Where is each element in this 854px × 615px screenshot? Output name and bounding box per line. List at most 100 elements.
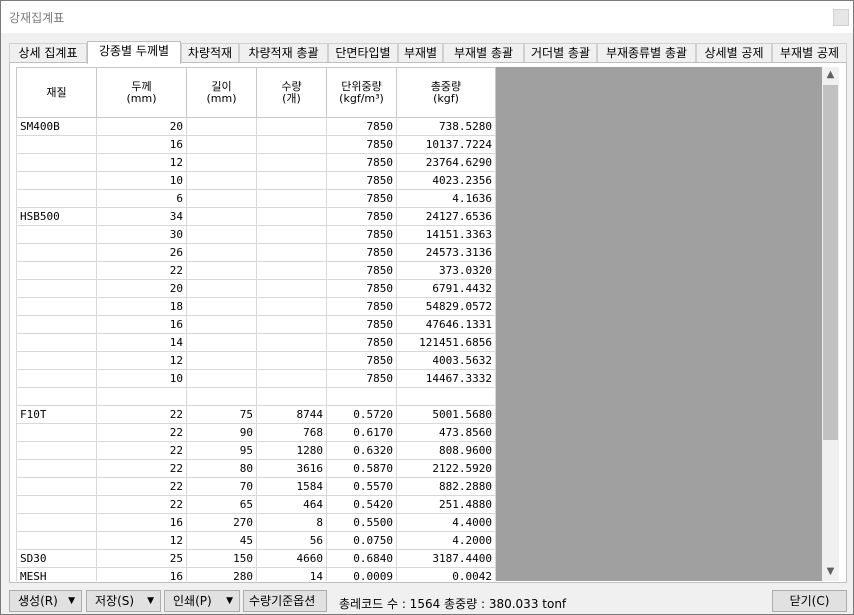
cell-thickness[interactable]: 22 [96,441,187,460]
tab-member-deduction[interactable]: 부재별 공제 [772,43,847,63]
table-row[interactable]: 22 7850 373.0320 [16,261,496,280]
cell-length[interactable]: 270 [186,513,257,532]
cell-total-weight[interactable]: 251.4880 [396,495,496,514]
cell-thickness[interactable]: 16 [96,315,187,334]
cell-total-weight[interactable]: 882.2880 [396,477,496,496]
tab-member-type-total[interactable]: 부재종류별 총괄 [597,43,696,63]
cell-material[interactable] [16,351,97,370]
cell-length[interactable]: 70 [186,477,257,496]
cell-quantity[interactable] [256,153,327,172]
tab-detail-deduction[interactable]: 상세별 공제 [696,43,772,63]
vertical-scrollbar[interactable]: ▲ ▼ [822,67,839,581]
cell-quantity[interactable]: 1280 [256,441,327,460]
cell-material[interactable] [16,387,97,406]
cell-length[interactable]: 90 [186,423,257,442]
cell-total-weight[interactable]: 3187.4400 [396,549,496,568]
cell-material[interactable]: HSB500 [16,207,97,226]
tab-member-total[interactable]: 부재별 총괄 [443,43,524,63]
table-row[interactable]: 26 7850 24573.3136 [16,243,496,262]
cell-quantity[interactable]: 768 [256,423,327,442]
cell-quantity[interactable]: 14 [256,567,327,581]
cell-material[interactable] [16,135,97,154]
cell-length[interactable] [186,153,257,172]
cell-thickness[interactable]: 22 [96,477,187,496]
chevron-down-icon[interactable]: ▼ [822,564,839,581]
table-row[interactable]: F10T 22 75 8744 0.5720 5001.5680 [16,405,496,424]
cell-total-weight[interactable]: 808.9600 [396,441,496,460]
cell-thickness[interactable]: 22 [96,405,187,424]
cell-length[interactable]: 75 [186,405,257,424]
table-row[interactable]: 22 80 3616 0.5870 2122.5920 [16,459,496,478]
cell-total-weight[interactable]: 4023.2356 [396,171,496,190]
cell-unit-weight[interactable]: 7850 [326,279,397,298]
cell-thickness[interactable]: 12 [96,531,187,550]
cell-unit-weight[interactable]: 0.6170 [326,423,397,442]
cell-total-weight[interactable]: 5001.5680 [396,405,496,424]
cell-material[interactable] [16,171,97,190]
cell-thickness[interactable]: 16 [96,567,187,581]
generate-button[interactable]: 생성(R) ▼ [9,590,82,612]
cell-quantity[interactable] [256,207,327,226]
cell-unit-weight[interactable]: 0.5720 [326,405,397,424]
cell-thickness[interactable]: 6 [96,189,187,208]
cell-length[interactable] [186,225,257,244]
cell-quantity[interactable]: 8 [256,513,327,532]
table-row[interactable]: 22 95 1280 0.6320 808.9600 [16,441,496,460]
table-row[interactable]: 10 7850 4023.2356 [16,171,496,190]
tab-vehicle-load[interactable]: 차량적재 [181,43,239,63]
cell-length[interactable]: 95 [186,441,257,460]
cell-unit-weight[interactable]: 7850 [326,369,397,388]
cell-quantity[interactable] [256,189,327,208]
cell-length[interactable] [186,351,257,370]
table-row[interactable]: 22 90 768 0.6170 473.8560 [16,423,496,442]
cell-unit-weight[interactable]: 0.6840 [326,549,397,568]
cell-quantity[interactable] [256,351,327,370]
cell-material[interactable] [16,495,97,514]
cell-total-weight[interactable]: 4.1636 [396,189,496,208]
table-row[interactable]: 16 7850 10137.7224 [16,135,496,154]
cell-thickness[interactable]: 30 [96,225,187,244]
col-header-thickness[interactable]: 두께 (mm) [96,67,187,118]
cell-material[interactable] [16,315,97,334]
cell-unit-weight[interactable]: 0.5570 [326,477,397,496]
cell-unit-weight[interactable] [326,387,397,406]
cell-thickness[interactable]: 22 [96,459,187,478]
cell-quantity[interactable] [256,135,327,154]
cell-length[interactable] [186,117,257,136]
cell-material[interactable] [16,459,97,478]
cell-quantity[interactable] [256,243,327,262]
table-row[interactable]: 12 7850 4003.5632 [16,351,496,370]
cell-total-weight[interactable]: 0.0042 [396,567,496,581]
cell-unit-weight[interactable]: 7850 [326,135,397,154]
cell-unit-weight[interactable]: 0.6320 [326,441,397,460]
cell-unit-weight[interactable]: 7850 [326,171,397,190]
cell-total-weight[interactable]: 23764.6290 [396,153,496,172]
cell-unit-weight[interactable]: 7850 [326,225,397,244]
cell-material[interactable] [16,279,97,298]
print-button[interactable]: 인쇄(P) ▼ [164,590,240,612]
cell-total-weight[interactable]: 373.0320 [396,261,496,280]
cell-quantity[interactable]: 56 [256,531,327,550]
close-window-button[interactable] [833,9,849,26]
cell-thickness[interactable]: 14 [96,333,187,352]
cell-unit-weight[interactable]: 7850 [326,207,397,226]
cell-material[interactable]: SD30 [16,549,97,568]
cell-length[interactable] [186,333,257,352]
cell-thickness[interactable]: 22 [96,261,187,280]
cell-unit-weight[interactable]: 0.5420 [326,495,397,514]
cell-length[interactable] [186,369,257,388]
cell-unit-weight[interactable]: 7850 [326,189,397,208]
cell-quantity[interactable] [256,387,327,406]
cell-material[interactable] [16,441,97,460]
cell-material[interactable] [16,225,97,244]
cell-total-weight[interactable]: 54829.0572 [396,297,496,316]
cell-total-weight[interactable]: 24127.6536 [396,207,496,226]
chevron-up-icon[interactable]: ▲ [822,67,839,84]
table-row[interactable]: SM400B 20 7850 738.5280 [16,117,496,136]
cell-material[interactable] [16,189,97,208]
cell-thickness[interactable]: 12 [96,153,187,172]
cell-length[interactable] [186,189,257,208]
table-row[interactable]: 16 270 8 0.5500 4.4000 [16,513,496,532]
tab-steel-by-thickness[interactable]: 강종별 두께별 [87,41,181,64]
table-row[interactable]: 10 7850 14467.3332 [16,369,496,388]
